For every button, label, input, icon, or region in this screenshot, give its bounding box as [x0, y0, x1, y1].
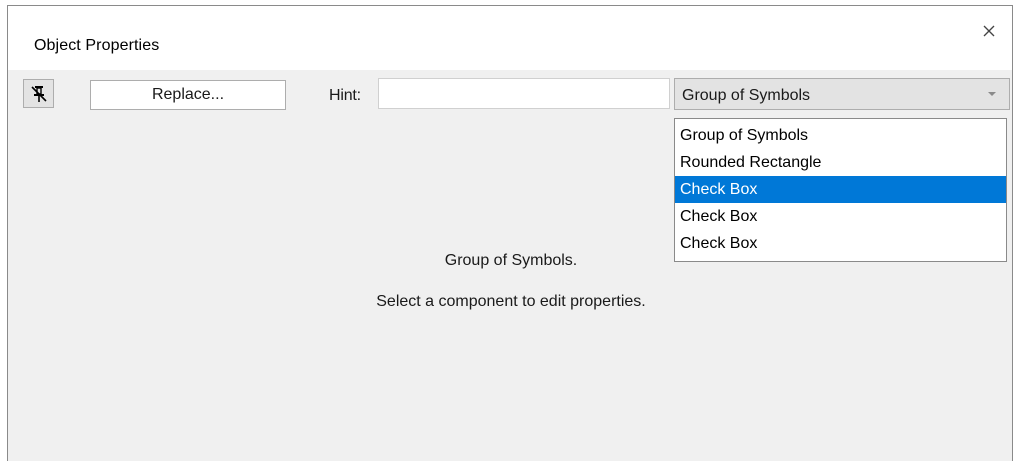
pin-icon: [30, 85, 47, 102]
selection-title: Group of Symbols.: [444, 252, 578, 269]
title-bar: Object Properties: [8, 6, 1012, 70]
replace-button[interactable]: Replace...: [90, 80, 286, 110]
chevron-down-icon: [988, 92, 996, 96]
object-properties-window: Object Properties Replace... Hint: Group…: [7, 5, 1013, 461]
window-title: Object Properties: [34, 37, 160, 54]
combo-selected-value: Group of Symbols: [682, 87, 811, 104]
dropdown-item-group-of-symbols[interactable]: Group of Symbols: [675, 122, 1006, 149]
hint-label: Hint:: [329, 87, 361, 104]
combo-dropdown-button[interactable]: [975, 79, 1009, 109]
dropdown-item-check-box[interactable]: Check Box: [675, 176, 1006, 203]
pin-button[interactable]: [23, 79, 54, 108]
dropdown-item-check-box[interactable]: Check Box: [675, 203, 1006, 230]
close-icon: [983, 25, 995, 37]
close-button[interactable]: [978, 20, 1000, 42]
dropdown-item-rounded-rectangle[interactable]: Rounded Rectangle: [675, 149, 1006, 176]
hint-input[interactable]: [378, 78, 670, 109]
object-type-combo[interactable]: Group of Symbols: [674, 78, 1010, 110]
selection-hint-message: Select a component to edit properties.: [376, 293, 646, 310]
combo-dropdown-list: Group of Symbols Rounded Rectangle Check…: [674, 118, 1007, 262]
